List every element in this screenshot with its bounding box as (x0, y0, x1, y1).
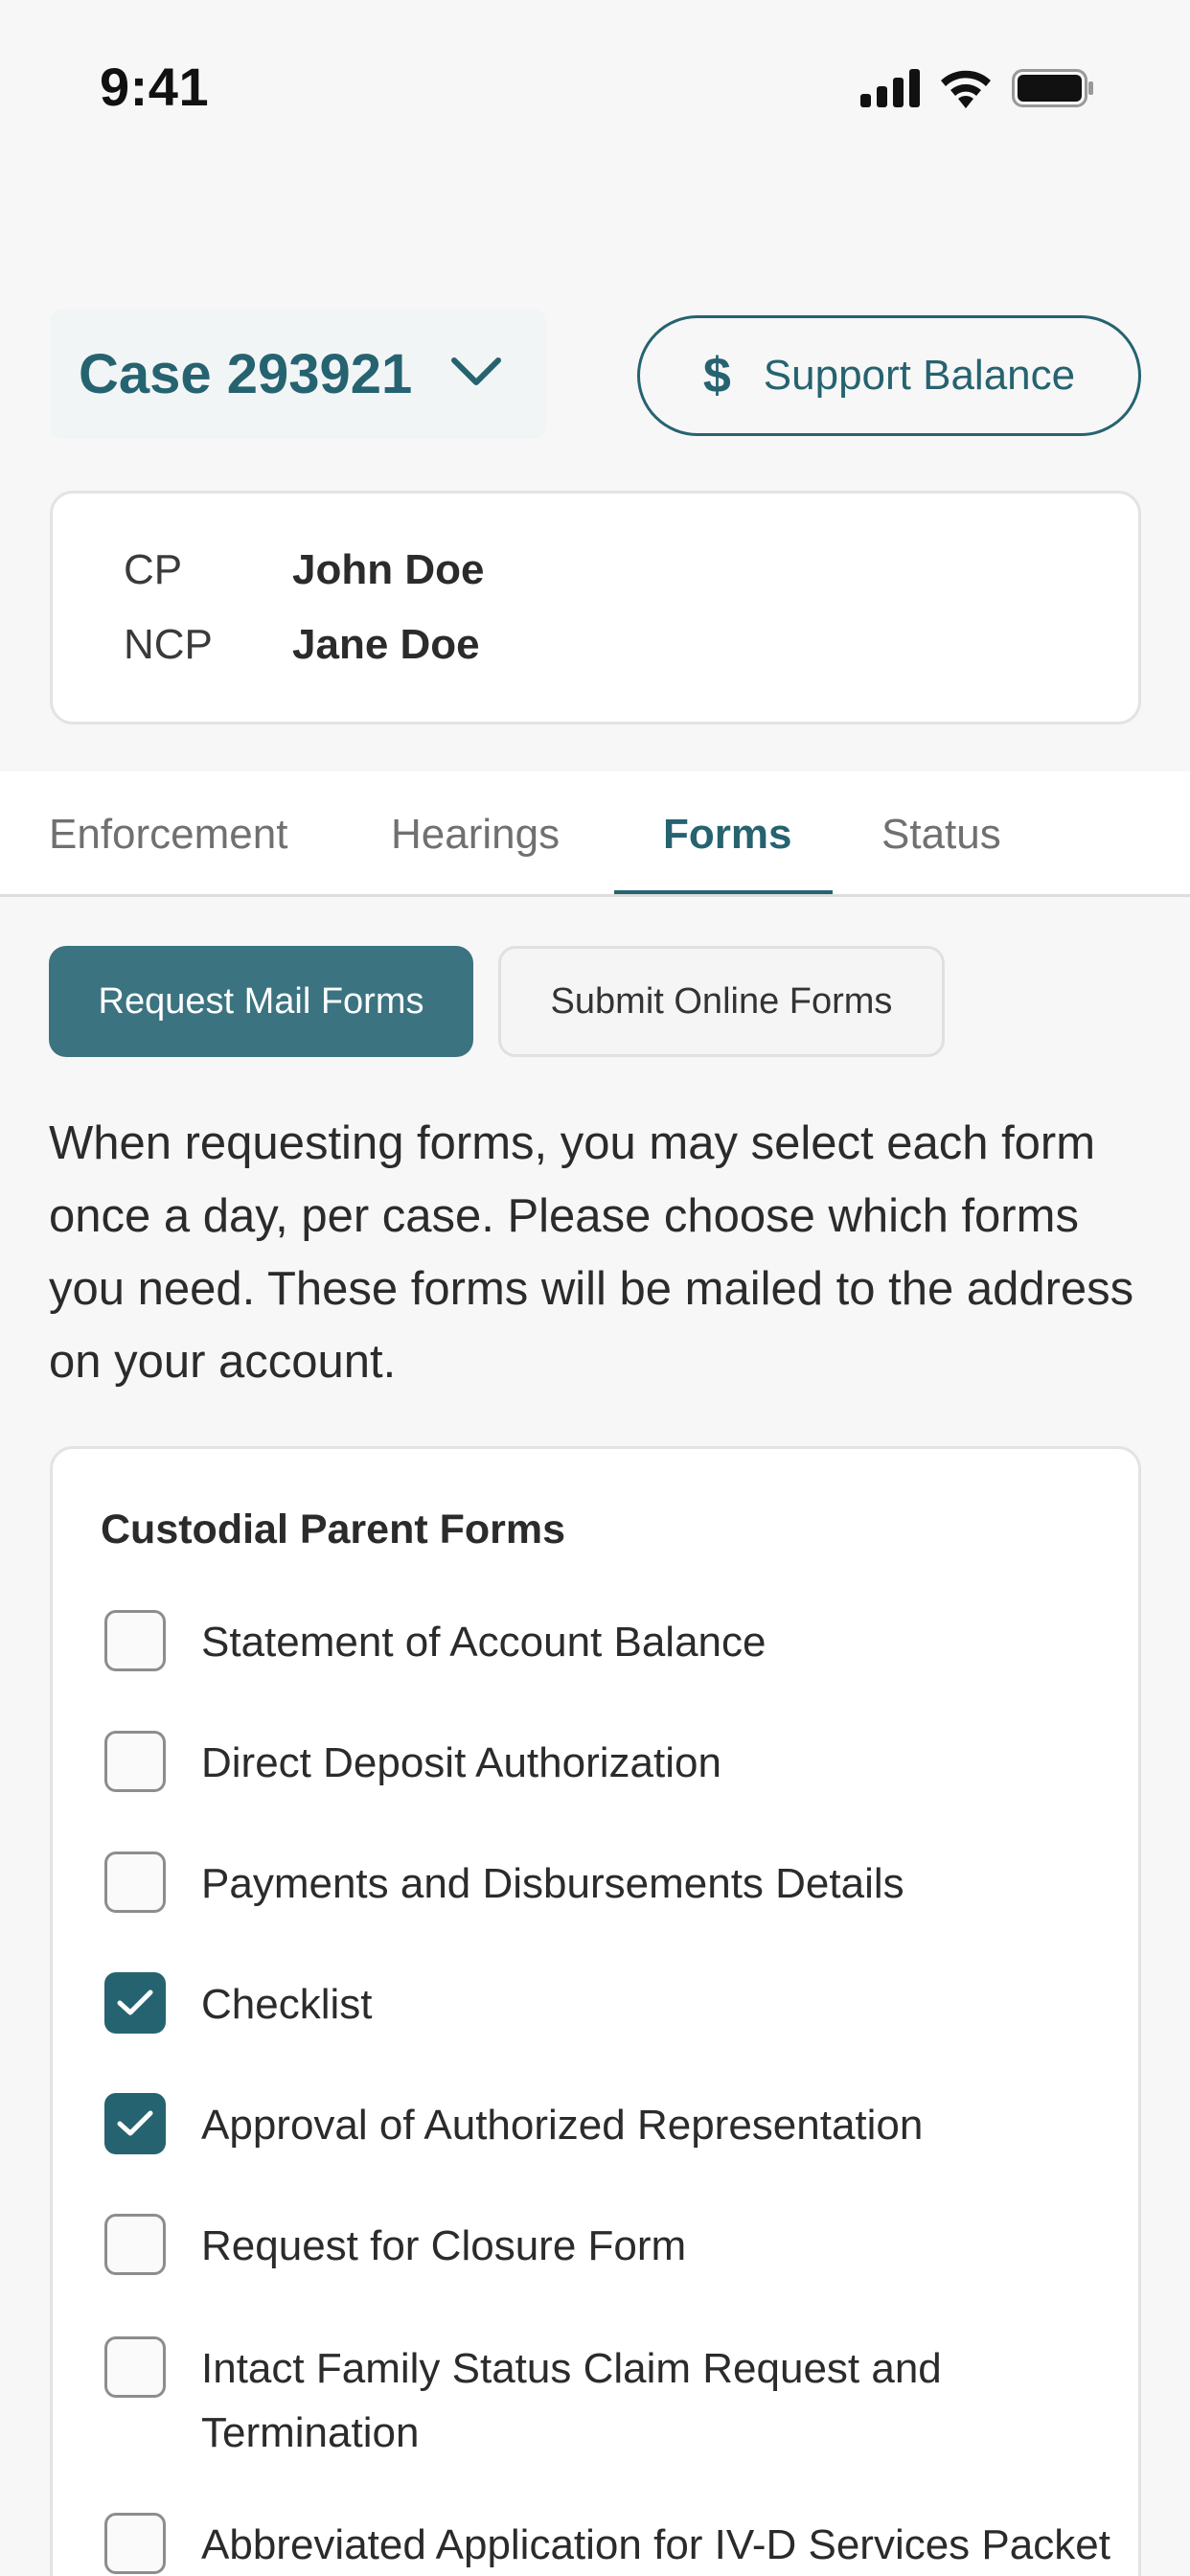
form-label: Approval of Authorized Representation (201, 2102, 924, 2149)
form-item[interactable]: Abbreviated Application for IV-D Service… (104, 2513, 1188, 2576)
form-item[interactable]: Statement of Account Balance (104, 1610, 1159, 1674)
status-bar: 9:41 (0, 0, 1190, 172)
form-item[interactable]: Intact Family Status Claim Request and T… (104, 2336, 1159, 2465)
form-item[interactable]: Request for Closure Form (104, 2214, 1159, 2278)
chevron-down-icon (450, 356, 502, 392)
active-tab-indicator (614, 890, 833, 894)
party-role: NCP (124, 621, 213, 668)
request-mail-forms-button[interactable]: Request Mail Forms (49, 946, 473, 1057)
party-row-ncp: NCP Jane Doe (124, 621, 480, 669)
form-label: Statement of Account Balance (201, 1619, 767, 1666)
form-label: Payments and Disbursements Details (201, 1860, 904, 1907)
form-label: Checklist (201, 1981, 373, 2028)
status-time: 9:41 (100, 57, 210, 117)
tab-hearings[interactable]: Hearings (391, 771, 560, 897)
checkbox-checked[interactable] (104, 1972, 166, 2034)
checkbox[interactable] (104, 2214, 166, 2275)
forms-card: Custodial Parent Forms Statement of Acco… (50, 1446, 1141, 2576)
forms-section-heading: Custodial Parent Forms (101, 1506, 566, 1552)
party-name: John Doe (292, 546, 485, 593)
checkbox[interactable] (104, 2513, 166, 2574)
tab-forms[interactable]: Forms (663, 771, 791, 897)
tab-status[interactable]: Status (881, 771, 1001, 897)
checkmark-icon (117, 1990, 153, 2015)
form-label: Intact Family Status Claim Request and T… (201, 2345, 942, 2456)
party-name: Jane Doe (292, 621, 480, 668)
case-title: Case 293921 (79, 342, 413, 405)
battery-icon (1012, 68, 1094, 112)
checkbox[interactable] (104, 2336, 166, 2398)
party-role: CP (124, 546, 183, 593)
form-item[interactable]: Payments and Disbursements Details (104, 1852, 1159, 1916)
checkbox[interactable] (104, 1852, 166, 1913)
form-item[interactable]: Direct Deposit Authorization (104, 1731, 1159, 1795)
submit-online-forms-button[interactable]: Submit Online Forms (498, 946, 945, 1057)
dollar-icon: $ (702, 348, 731, 403)
form-item[interactable]: Approval of Authorized Representation (104, 2093, 1159, 2157)
form-label: Abbreviated Application for IV-D Service… (201, 2521, 1110, 2568)
form-item[interactable]: Checklist (104, 1972, 1159, 2036)
support-balance-label: Support Balance (763, 352, 1076, 399)
form-label: Direct Deposit Authorization (201, 1739, 721, 1786)
parties-card: CP John Doe NCP Jane Doe (50, 491, 1141, 724)
checkmark-icon (117, 2110, 153, 2136)
tab-enforcement[interactable]: Enforcement (49, 771, 287, 897)
wifi-icon (939, 68, 993, 113)
forms-instructions: When requesting forms, you may select ea… (49, 1117, 1134, 1388)
status-icons (860, 67, 1094, 113)
support-balance-button[interactable]: $ Support Balance (637, 315, 1141, 436)
checkbox[interactable] (104, 1731, 166, 1792)
tab-bar: Enforcement Hearings Forms Status (0, 771, 1190, 897)
checkbox[interactable] (104, 1610, 166, 1671)
checkbox-checked[interactable] (104, 2093, 166, 2154)
case-selector[interactable]: Case 293921 (50, 309, 546, 439)
form-label: Request for Closure Form (201, 2222, 687, 2269)
cellular-signal-icon (860, 68, 920, 112)
party-row-cp: CP John Doe (124, 546, 484, 594)
